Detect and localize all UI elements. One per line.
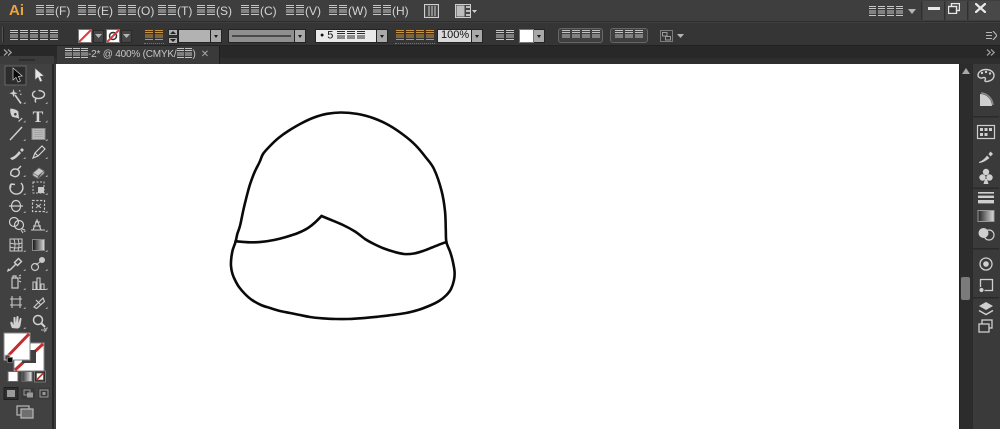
svg-text:T: T [33, 109, 44, 126]
